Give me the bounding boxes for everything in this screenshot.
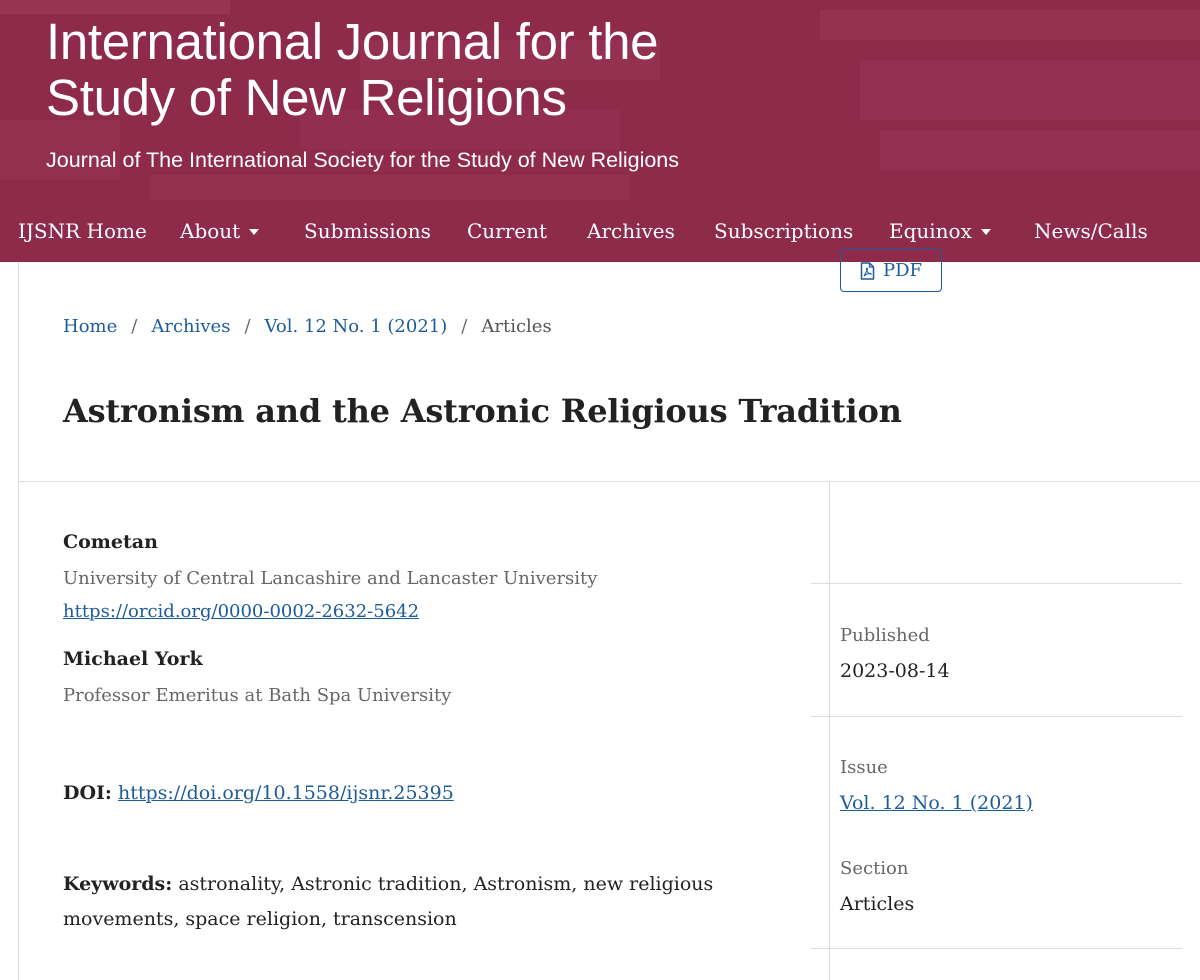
- published-date: 2023-08-14: [840, 660, 950, 682]
- breadcrumb-separator: /: [131, 316, 138, 337]
- keywords: Keywords: astronality, Astronic traditio…: [63, 867, 763, 937]
- keywords-label: Keywords:: [63, 873, 173, 895]
- nav-label: Archives: [587, 219, 675, 243]
- divider: [811, 716, 1182, 717]
- breadcrumb-home-link[interactable]: Home: [63, 316, 117, 337]
- breadcrumb-archives-link[interactable]: Archives: [151, 316, 230, 337]
- author-affiliation: Professor Emeritus at Bath Spa Universit…: [63, 685, 452, 706]
- caret-down-icon: [980, 229, 991, 235]
- section-label: Section: [840, 858, 909, 879]
- nav-label: Submissions: [304, 219, 431, 243]
- pdf-file-icon: [860, 261, 875, 280]
- breadcrumb-separator: /: [244, 316, 251, 337]
- nav-item-about[interactable]: About: [180, 200, 260, 262]
- pdf-button-label: PDF: [882, 260, 923, 281]
- section-value: Articles: [840, 893, 915, 915]
- caret-down-icon: [249, 229, 260, 235]
- column-divider: [829, 481, 830, 980]
- nav-label: About: [180, 219, 241, 243]
- breadcrumb-current: Articles: [481, 316, 552, 337]
- article-container: Home / Archives / Vol. 12 No. 1 (2021) / Artic…: [18, 262, 1200, 980]
- breadcrumb-separator: /: [461, 316, 468, 337]
- doi-link[interactable]: https://doi.org/10.1558/ijsnr.25395: [118, 782, 454, 804]
- divider: [19, 481, 1200, 482]
- issue-link[interactable]: Vol. 12 No. 1 (2021): [840, 792, 1033, 814]
- article-title: Astronism and the Astronic Religious Tra…: [63, 392, 902, 430]
- breadcrumb-issue-link[interactable]: Vol. 12 No. 1 (2021): [265, 316, 448, 337]
- nav-item-submissions[interactable]: Submissions: [304, 200, 431, 262]
- divider: [811, 948, 1182, 949]
- nav-label: Equinox: [889, 219, 972, 243]
- nav-label: Subscriptions: [714, 219, 854, 243]
- pdf-download-button[interactable]: PDF: [840, 249, 942, 292]
- nav-label: IJSNR Home: [18, 219, 147, 243]
- main-nav: IJSNR Home About Submissions Current Arc…: [0, 200, 1200, 262]
- nav-item-home[interactable]: IJSNR Home: [18, 200, 147, 262]
- journal-title: International Journal for the Study of N…: [46, 13, 659, 126]
- nav-item-news-calls[interactable]: News/Calls: [1034, 200, 1148, 262]
- journal-banner: International Journal for the Study of N…: [0, 0, 1200, 200]
- breadcrumb: Home / Archives / Vol. 12 No. 1 (2021) / Artic…: [63, 316, 552, 337]
- nav-item-current[interactable]: Current: [467, 200, 547, 262]
- author-name: Michael York: [63, 648, 203, 670]
- journal-subtitle: Journal of The International Society for…: [46, 148, 680, 172]
- issue-label: Issue: [840, 757, 888, 778]
- nav-label: Current: [467, 219, 548, 243]
- doi-label: DOI:: [63, 782, 112, 804]
- nav-label: News/Calls: [1034, 219, 1148, 243]
- nav-item-subscriptions[interactable]: Subscriptions: [714, 200, 853, 262]
- author-name: Cometan: [63, 531, 158, 553]
- doi-row: DOI: https://doi.org/10.1558/ijsnr.25395: [63, 782, 454, 804]
- author-affiliation: University of Central Lancashire and Lan…: [63, 568, 598, 589]
- published-label: Published: [840, 625, 930, 646]
- author-orcid-link[interactable]: https://orcid.org/0000-0002-2632-5642: [63, 601, 419, 622]
- nav-item-archives[interactable]: Archives: [587, 200, 675, 262]
- divider: [811, 583, 1182, 584]
